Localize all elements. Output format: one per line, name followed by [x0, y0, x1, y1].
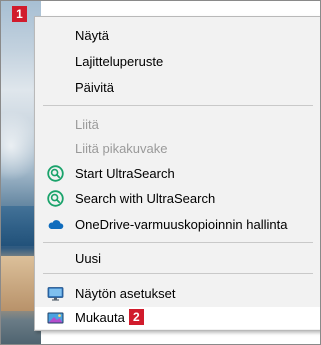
menu-item-lajitteluperuste[interactable]: Lajitteluperuste	[35, 49, 320, 74]
menu-item-label: Liitä	[75, 117, 99, 132]
display-settings-icon	[47, 287, 64, 301]
menu-item-start-ultrasearch[interactable]: Start UltraSearch	[35, 161, 320, 186]
menu-item-label: Search with UltraSearch	[75, 191, 216, 206]
menu-separator	[43, 242, 313, 243]
menu-separator	[43, 105, 313, 106]
menu-item-liita: Liitä	[35, 112, 320, 137]
menu-item-search-with-ultrasearch[interactable]: Search with UltraSearch	[35, 186, 320, 211]
menu-item-label-wrap: Mukauta 2	[75, 307, 144, 329]
onedrive-cloud-icon	[48, 220, 64, 229]
screenshot-frame: 1 Näytä Lajitteluperuste Päivitä Liitä L…	[0, 0, 321, 345]
ultrasearch-icon	[47, 190, 64, 207]
menu-item-label: Lajitteluperuste	[75, 54, 164, 69]
menu-item-label: Liitä pikakuvake	[75, 141, 168, 156]
menu-item-label: OneDrive-varmuuskopioinnin hallinta	[75, 217, 288, 232]
menu-item-label: Näytä	[75, 28, 109, 43]
menu-item-mukauta[interactable]: Mukauta 2	[35, 307, 320, 329]
menu-item-display-settings[interactable]: Näytön asetukset	[35, 281, 320, 306]
menu-item-onedrive-backup[interactable]: OneDrive-varmuuskopioinnin hallinta	[35, 212, 320, 237]
menu-item-label: Uusi	[75, 251, 102, 266]
menu-item-paivita[interactable]: Päivitä	[35, 75, 320, 100]
personalize-icon	[47, 312, 64, 324]
desktop-context-menu: Näytä Lajitteluperuste Päivitä Liitä Lii…	[34, 16, 320, 331]
menu-separator	[43, 273, 313, 274]
menu-item-liita-pikakuvake: Liitä pikakuvake	[35, 136, 320, 161]
menu-item-uusi[interactable]: Uusi	[35, 246, 320, 271]
menu-item-label: Mukauta	[75, 310, 125, 325]
menu-item-label: Päivitä	[75, 80, 115, 95]
menu-item-label: Näytön asetukset	[75, 286, 176, 301]
menu-item-label: Start UltraSearch	[75, 166, 175, 181]
step-badge-2: 2	[128, 309, 144, 325]
step-badge-1: 1	[12, 6, 27, 22]
ultrasearch-icon	[47, 165, 64, 182]
menu-item-nayta[interactable]: Näytä	[35, 23, 320, 48]
